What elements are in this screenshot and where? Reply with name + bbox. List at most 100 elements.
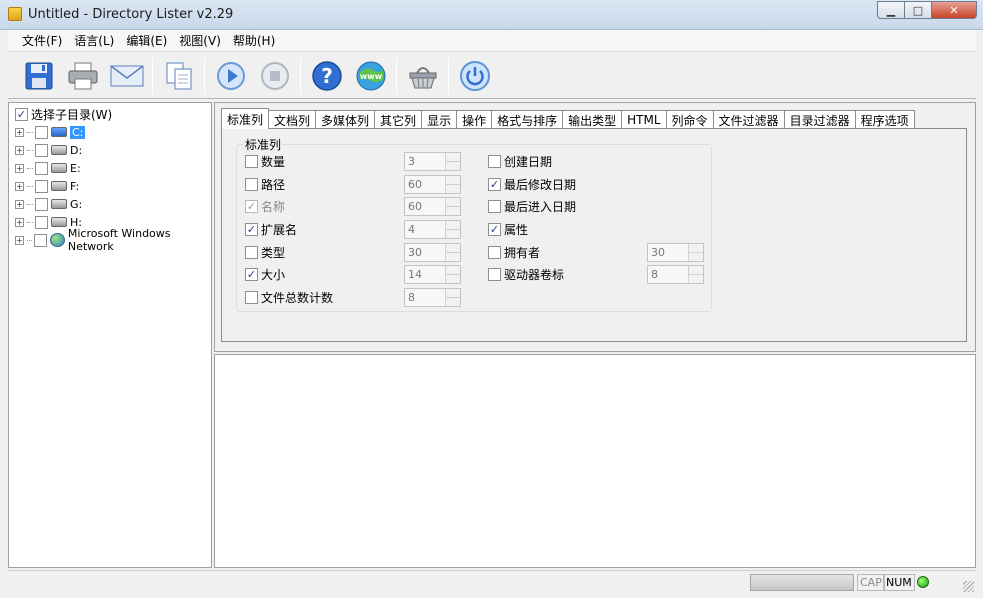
tab-column-commands[interactable]: 列命令	[665, 110, 714, 129]
menu-edit[interactable]: 编辑(E)	[120, 32, 173, 49]
file-count-width-spinner[interactable]: 8	[404, 288, 461, 307]
checkbox[interactable]	[488, 246, 501, 259]
tree-line	[27, 131, 33, 133]
option-accessed-date[interactable]: 最后进入日期	[488, 198, 576, 215]
expand-icon[interactable]: +	[15, 199, 24, 209]
checkbox[interactable]	[245, 155, 258, 168]
close-button[interactable]: ✕	[931, 1, 977, 19]
select-subdirectories-checkbox[interactable]	[15, 108, 28, 121]
tree-item-checkbox[interactable]	[35, 143, 48, 157]
tab-file-filter[interactable]: 文件过滤器	[712, 110, 785, 129]
tree-item-network[interactable]: + Microsoft Windows Network	[15, 227, 211, 253]
checkbox[interactable]	[488, 155, 501, 168]
tab-format-sort[interactable]: 格式与排序	[491, 110, 564, 129]
select-subdirectories[interactable]: 选择子目录(W)	[15, 106, 112, 123]
option-volume-label[interactable]: 驱动器卷标	[488, 266, 564, 283]
print-button[interactable]	[66, 59, 100, 93]
tab-other-columns[interactable]: 其它列	[374, 110, 423, 129]
tree-item-checkbox[interactable]	[35, 161, 48, 175]
checkbox[interactable]	[488, 268, 501, 281]
type-width-spinner[interactable]: 30	[404, 243, 461, 262]
menu-file[interactable]: 文件(F)	[16, 32, 68, 49]
checkbox[interactable]	[245, 246, 258, 259]
checkbox[interactable]	[245, 268, 258, 281]
tab-media-columns[interactable]: 多媒体列	[315, 110, 376, 129]
title-bar[interactable]: Untitled - Directory Lister v2.29 ▁ □ ✕	[0, 0, 983, 30]
expand-icon[interactable]: +	[15, 145, 24, 155]
svg-text:www: www	[360, 72, 383, 81]
tab-program-options[interactable]: 程序选项	[854, 110, 915, 129]
tab-directory-filter[interactable]: 目录过滤器	[783, 110, 856, 129]
checkbox[interactable]	[488, 178, 501, 191]
stop-button[interactable]	[258, 59, 292, 93]
caps-lock-indicator: CAP	[857, 574, 885, 591]
menu-view[interactable]: 视图(V)	[173, 32, 227, 49]
expand-icon[interactable]: +	[15, 163, 24, 173]
option-file-count[interactable]: 文件总数计数	[245, 289, 333, 306]
checkbox[interactable]	[245, 223, 258, 236]
tab-standard-columns[interactable]: 标准列	[221, 108, 270, 129]
help-button[interactable]: ?	[310, 59, 344, 93]
tab-operations[interactable]: 操作	[456, 110, 493, 129]
tree-item-checkbox[interactable]	[35, 197, 48, 211]
tree-item-d[interactable]: + D:	[15, 142, 82, 158]
name-width-spinner[interactable]: 60	[404, 197, 461, 216]
network-icon	[49, 233, 65, 247]
window-controls: ▁ □ ✕	[877, 1, 977, 19]
option-attributes[interactable]: 属性	[488, 221, 528, 238]
directory-tree[interactable]: 选择子目录(W) + C: + D: + E: + F: + G: +	[8, 102, 212, 568]
start-button[interactable]	[214, 59, 248, 93]
email-button[interactable]	[110, 59, 144, 93]
option-count[interactable]: 数量	[245, 153, 285, 170]
toolbar-separator	[396, 57, 397, 95]
count-width-spinner[interactable]: 3	[404, 152, 461, 171]
option-modified-date[interactable]: 最后修改日期	[488, 176, 576, 193]
size-width-spinner[interactable]: 14	[404, 265, 461, 284]
option-created-date[interactable]: 创建日期	[488, 153, 552, 170]
system-drive-icon	[51, 127, 67, 137]
tree-item-e[interactable]: + E:	[15, 160, 81, 176]
tree-item-checkbox[interactable]	[35, 215, 48, 229]
menu-help[interactable]: 帮助(H)	[227, 32, 281, 49]
checkbox[interactable]	[488, 223, 501, 236]
owner-width-spinner[interactable]: 30	[647, 243, 704, 262]
option-path[interactable]: 路径	[245, 176, 285, 193]
menu-language[interactable]: 语言(L)	[68, 32, 120, 49]
website-button[interactable]: www	[354, 59, 388, 93]
toolbar: ? www	[8, 53, 976, 99]
save-button[interactable]	[22, 59, 56, 93]
tab-html[interactable]: HTML	[621, 110, 667, 129]
tab-display[interactable]: 显示	[421, 110, 458, 129]
option-extension[interactable]: 扩展名	[245, 221, 297, 238]
exit-button[interactable]	[458, 59, 492, 93]
option-type[interactable]: 类型	[245, 244, 285, 261]
option-owner[interactable]: 拥有者	[488, 244, 540, 261]
expand-icon[interactable]: +	[15, 127, 24, 137]
minimize-button[interactable]: ▁	[877, 1, 905, 19]
maximize-button[interactable]: □	[904, 1, 932, 19]
extension-width-spinner[interactable]: 4	[404, 220, 461, 239]
basket-button[interactable]	[406, 59, 440, 93]
expand-icon[interactable]: +	[15, 181, 24, 191]
tree-line	[27, 185, 33, 187]
tree-item-f[interactable]: + F:	[15, 178, 79, 194]
tree-item-checkbox[interactable]	[35, 125, 48, 139]
checkbox[interactable]	[488, 200, 501, 213]
resize-grip[interactable]	[963, 581, 974, 592]
tree-item-checkbox[interactable]	[34, 233, 47, 247]
checkbox[interactable]	[245, 178, 258, 191]
tree-item-checkbox[interactable]	[35, 179, 48, 193]
tree-item-c[interactable]: + C:	[15, 124, 86, 140]
tab-output-type[interactable]: 输出类型	[562, 110, 623, 129]
option-size[interactable]: 大小	[245, 266, 285, 283]
expand-icon[interactable]: +	[15, 235, 24, 245]
path-width-spinner[interactable]: 60	[404, 175, 461, 194]
tree-line	[27, 221, 33, 223]
expand-icon[interactable]: +	[15, 217, 24, 227]
checkbox[interactable]	[245, 291, 258, 304]
tree-item-g[interactable]: + G:	[15, 196, 82, 212]
tab-document-columns[interactable]: 文档列	[268, 110, 317, 129]
output-area[interactable]	[214, 354, 976, 568]
volume-label-width-spinner[interactable]: 8	[647, 265, 704, 284]
copy-button[interactable]	[162, 59, 196, 93]
